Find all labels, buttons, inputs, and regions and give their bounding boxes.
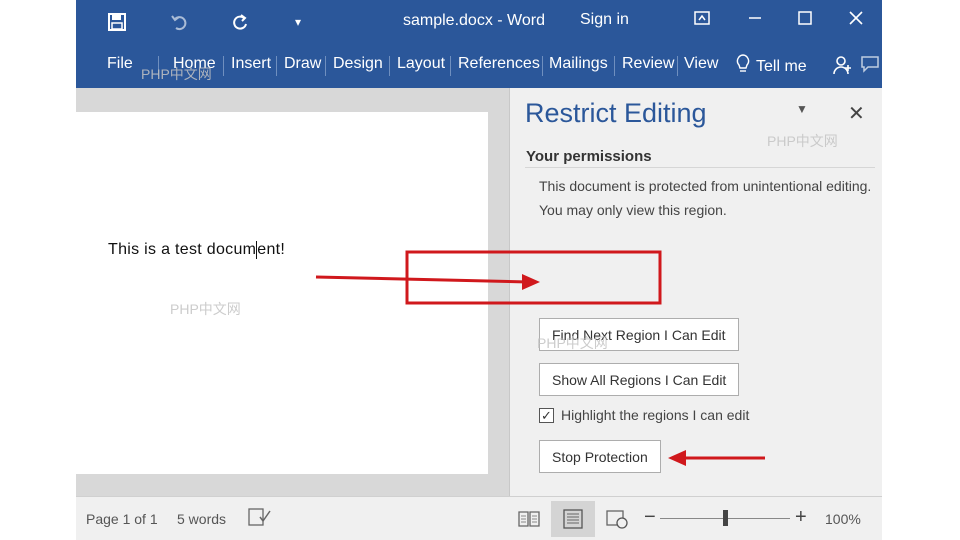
tab-references[interactable]: References (458, 55, 540, 73)
highlight-regions-checkbox[interactable]: ✓ Highlight the regions I can edit (539, 407, 749, 423)
document-text[interactable]: This is a test document! (108, 241, 285, 259)
tab-separator (450, 56, 451, 76)
tab-draw[interactable]: Draw (284, 55, 321, 73)
minimize-icon[interactable] (735, 6, 775, 34)
tab-insert[interactable]: Insert (231, 55, 271, 73)
zoom-level[interactable]: 100% (825, 511, 861, 527)
document-title: sample.docx - Word (403, 12, 545, 29)
tab-separator (325, 56, 326, 76)
ribbon-display-options-icon[interactable] (682, 6, 722, 34)
tell-me-label: Tell me (756, 57, 807, 75)
title-bar: ▾ sample.docx - Word Sign in (76, 0, 882, 46)
zoom-in-icon[interactable]: + (795, 506, 807, 529)
proofing-icon[interactable] (248, 507, 272, 530)
customize-quick-access-icon[interactable]: ▾ (288, 8, 308, 36)
tab-design[interactable]: Design (333, 55, 383, 73)
word-count[interactable]: 5 words (177, 511, 226, 527)
status-bar: Page 1 of 1 5 words − + 100% (76, 496, 882, 540)
tab-file[interactable]: File (107, 55, 133, 73)
document-text-start: This is a test docum (108, 241, 257, 259)
permissions-heading: Your permissions (526, 148, 652, 165)
document-text-end: ent! (257, 241, 286, 259)
save-icon[interactable] (104, 8, 130, 36)
tab-separator (677, 56, 678, 76)
pane-title: Restrict Editing (525, 98, 707, 128)
show-all-regions-button[interactable]: Show All Regions I Can Edit (539, 363, 740, 396)
heading-divider (525, 167, 875, 168)
document-page[interactable]: This is a test document! (76, 112, 488, 474)
tab-separator (276, 56, 277, 76)
stop-protection-button[interactable]: Stop Protection (539, 440, 661, 473)
print-layout-icon[interactable] (551, 501, 595, 537)
web-layout-icon[interactable] (595, 501, 639, 537)
zoom-slider-thumb[interactable] (723, 510, 728, 526)
permission-message-line1: This document is protected from unintent… (539, 178, 872, 194)
read-mode-icon[interactable] (507, 501, 551, 537)
tab-layout[interactable]: Layout (397, 55, 445, 73)
maximize-icon[interactable] (785, 6, 825, 34)
tab-separator (542, 56, 543, 76)
watermark: PHP中文网 (537, 335, 608, 351)
tab-view[interactable]: View (684, 55, 718, 73)
document-canvas: This is a test document! (76, 88, 509, 496)
checkbox-box[interactable]: ✓ (539, 407, 554, 423)
permission-message-line2: You may only view this region. (539, 202, 727, 218)
page-count[interactable]: Page 1 of 1 (86, 511, 158, 527)
share-person-icon[interactable] (833, 55, 853, 80)
watermark: PHP中文网 (141, 66, 212, 82)
tab-review[interactable]: Review (622, 55, 674, 73)
close-icon[interactable] (836, 6, 876, 34)
undo-icon[interactable] (166, 8, 192, 36)
tab-mailings[interactable]: Mailings (549, 55, 608, 73)
tab-separator (389, 56, 390, 76)
zoom-out-icon[interactable]: − (644, 506, 656, 529)
lightbulb-icon (736, 54, 750, 79)
watermark: PHP中文网 (767, 133, 838, 149)
redo-icon[interactable] (227, 8, 253, 36)
tab-separator (614, 56, 615, 76)
tab-separator (223, 56, 224, 76)
pane-close-icon[interactable]: ✕ (848, 101, 865, 126)
pane-options-icon[interactable]: ▼ (796, 102, 808, 116)
highlight-regions-label: Highlight the regions I can edit (561, 407, 750, 423)
sign-in-link[interactable]: Sign in (580, 11, 629, 29)
watermark: PHP中文网 (170, 301, 241, 317)
comments-icon[interactable] (860, 55, 880, 78)
tell-me-box[interactable]: Tell me (736, 54, 807, 79)
